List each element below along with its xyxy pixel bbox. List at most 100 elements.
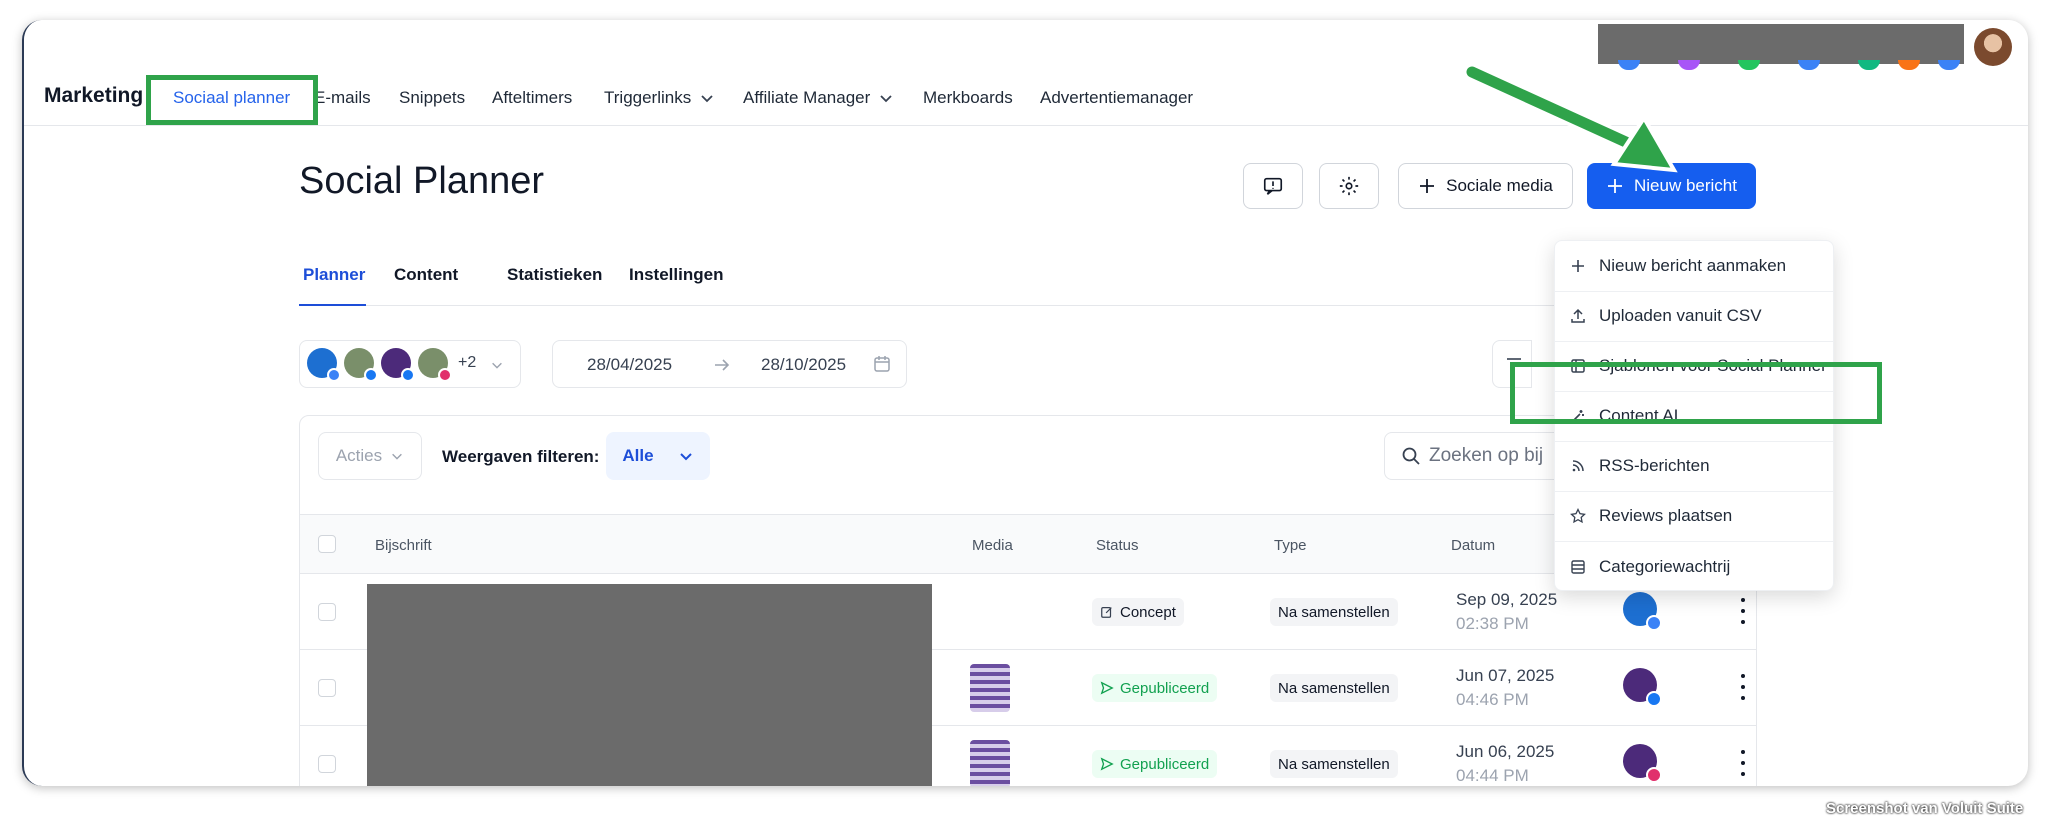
media-thumbnail[interactable] <box>970 664 1010 712</box>
menu-item-label: Uploaden vanuit CSV <box>1599 306 1762 325</box>
menu-item-upload-csv[interactable]: Uploaden vanuit CSV <box>1555 291 1833 342</box>
post-date: Jun 06, 2025 <box>1456 742 1555 761</box>
date-range-picker[interactable]: 28/04/2025 28/10/2025 <box>552 340 907 388</box>
brand-title: Marketing <box>44 84 144 107</box>
chevron-down-icon <box>701 95 713 103</box>
search-icon <box>1402 447 1420 465</box>
plus-icon <box>1420 179 1435 193</box>
post-time: 04:46 PM <box>1456 690 1529 709</box>
list-icon <box>1569 558 1587 576</box>
column-header[interactable]: Media <box>972 537 1013 554</box>
account-avatar <box>307 348 341 382</box>
menu-item-rss[interactable]: RSS-berichten <box>1555 441 1833 492</box>
nav-emails[interactable]: E-mails <box>314 88 371 108</box>
feedback-button[interactable] <box>1243 163 1303 209</box>
star-icon <box>1569 507 1587 525</box>
chevron-down-icon <box>492 362 502 369</box>
nav-label: Advertentiemanager <box>1040 88 1194 107</box>
account-dot <box>1938 60 1960 70</box>
select-all-checkbox[interactable] <box>318 535 336 553</box>
facebook-icon <box>401 368 415 382</box>
account-dot <box>1898 60 1920 70</box>
more-options-icon[interactable] <box>1740 750 1746 776</box>
column-header[interactable]: Datum <box>1451 537 1495 554</box>
row-checkbox[interactable] <box>318 755 336 773</box>
actions-dropdown[interactable]: Acties <box>318 432 422 480</box>
upload-icon <box>1569 307 1587 325</box>
menu-item-label: Nieuw bericht aanmaken <box>1599 256 1787 275</box>
nav-label: Triggerlinks <box>604 88 692 107</box>
view-filter-select[interactable]: Alle <box>606 432 710 480</box>
watermark: Screenshot van Voluit Suite <box>1826 800 2024 817</box>
message-alert-icon <box>1263 177 1283 195</box>
menu-item-reviews[interactable]: Reviews plaatsen <box>1555 491 1833 542</box>
search-placeholder: Zoeken op bij <box>1429 445 1544 466</box>
nav-label: E-mails <box>314 88 371 107</box>
facebook-icon <box>1646 691 1662 707</box>
facebook-icon <box>364 368 378 382</box>
account-avatar <box>1623 744 1662 783</box>
account-dot <box>1738 60 1760 70</box>
menu-item-new-post[interactable]: Nieuw bericht aanmaken <box>1555 241 1833 292</box>
tab-planner[interactable]: Planner <box>303 265 365 285</box>
column-header[interactable]: Status <box>1096 537 1139 554</box>
status-text: Concept <box>1120 603 1176 621</box>
rss-icon <box>1569 457 1587 475</box>
annotation-arrow-icon <box>1464 63 1678 173</box>
column-header[interactable]: Type <box>1274 537 1307 554</box>
nav-snippets[interactable]: Snippets <box>399 88 465 108</box>
status-badge: Gepubliceerd <box>1092 674 1218 702</box>
status-text: Gepubliceerd <box>1120 755 1210 773</box>
active-tab-indicator <box>299 304 366 306</box>
filter-value: Alle <box>622 446 654 465</box>
column-header[interactable]: Bijschrift <box>375 537 432 554</box>
nav-affiliate-manager[interactable]: Affiliate Manager <box>743 88 894 108</box>
tab-content[interactable]: Content <box>394 265 458 285</box>
row-checkbox[interactable] <box>318 603 336 621</box>
nav-advertentiemanager[interactable]: Advertentiemanager <box>1040 88 1193 108</box>
filter-label: Weergaven filteren: <box>442 447 600 466</box>
send-icon <box>1100 757 1114 771</box>
gmb-badge-icon <box>327 368 341 382</box>
tabs-divider <box>299 305 1757 306</box>
redacted-area <box>1598 24 1964 64</box>
account-avatar <box>381 348 415 382</box>
more-options-icon[interactable] <box>1740 598 1746 624</box>
tab-instellingen[interactable]: Instellingen <box>629 265 723 285</box>
table-header: Bijschrift Media Status Type Datum <box>300 514 1756 574</box>
media-thumbnail[interactable] <box>970 740 1010 786</box>
more-options-icon[interactable] <box>1740 674 1746 700</box>
extra-accounts-count: +2 <box>458 354 477 371</box>
type-badge: Na samenstellen <box>1270 674 1398 702</box>
nav-triggerlinks[interactable]: Triggerlinks <box>604 88 715 108</box>
status-text: Gepubliceerd <box>1120 679 1210 697</box>
top-navigation: Marketing Sociaal planner E-mails Snippe… <box>24 20 2028 126</box>
send-icon <box>1100 681 1114 695</box>
settings-button[interactable] <box>1319 163 1379 209</box>
tab-statistieken[interactable]: Statistieken <box>507 265 602 285</box>
account-avatar <box>1623 668 1662 707</box>
row-checkbox[interactable] <box>318 679 336 697</box>
start-date: 28/04/2025 <box>587 355 673 374</box>
instagram-icon <box>1646 767 1662 783</box>
instagram-icon <box>438 368 452 382</box>
end-date: 28/10/2025 <box>761 355 847 374</box>
highlight-box-content-ai <box>1510 362 1882 424</box>
post-time: 02:38 PM <box>1456 614 1529 633</box>
chevron-down-icon <box>679 453 692 461</box>
nav-label: Afteltimers <box>492 88 573 107</box>
nav-merkboards[interactable]: Merkboards <box>923 88 1013 108</box>
edit-icon <box>1101 607 1112 618</box>
account-selector[interactable]: +2 <box>299 340 521 388</box>
account-dot <box>1798 60 1820 70</box>
arrow-right-icon <box>715 359 730 371</box>
chevron-down-icon <box>392 453 403 460</box>
user-avatar[interactable] <box>1974 28 2012 66</box>
account-avatar <box>344 348 378 382</box>
account-avatar <box>1623 592 1662 631</box>
nav-afteltimers[interactable]: Afteltimers <box>492 88 572 108</box>
gmb-badge-icon <box>1646 615 1662 631</box>
menu-item-category-queue[interactable]: Categoriewachtrij <box>1555 541 1833 592</box>
nav-label: Merkboards <box>923 88 1013 107</box>
account-avatar <box>418 348 452 382</box>
